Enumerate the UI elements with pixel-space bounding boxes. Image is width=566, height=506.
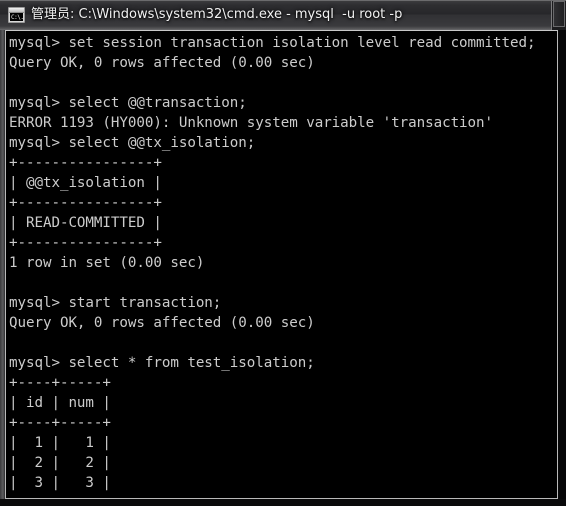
- console-client-area[interactable]: mysql> set session transaction isolation…: [5, 30, 558, 499]
- window-title-bar[interactable]: C:\. 管理员: C:\Windows\system32\cmd.exe - …: [0, 0, 566, 30]
- console-output-text: mysql> set session transaction isolation…: [9, 35, 536, 498]
- icon-screen-glyph: C:\.: [10, 13, 23, 21]
- cmd-console-icon: C:\.: [8, 7, 25, 23]
- window-title-text: 管理员: C:\Windows\system32\cmd.exe - mysql…: [31, 7, 403, 22]
- scrollbar-thumb[interactable]: [553, 1, 565, 27]
- window-bottom-edge: [0, 499, 566, 506]
- vertical-scrollbar[interactable]: [551, 0, 566, 30]
- screen-root: C:\. 管理员: C:\Windows\system32\cmd.exe - …: [0, 0, 566, 506]
